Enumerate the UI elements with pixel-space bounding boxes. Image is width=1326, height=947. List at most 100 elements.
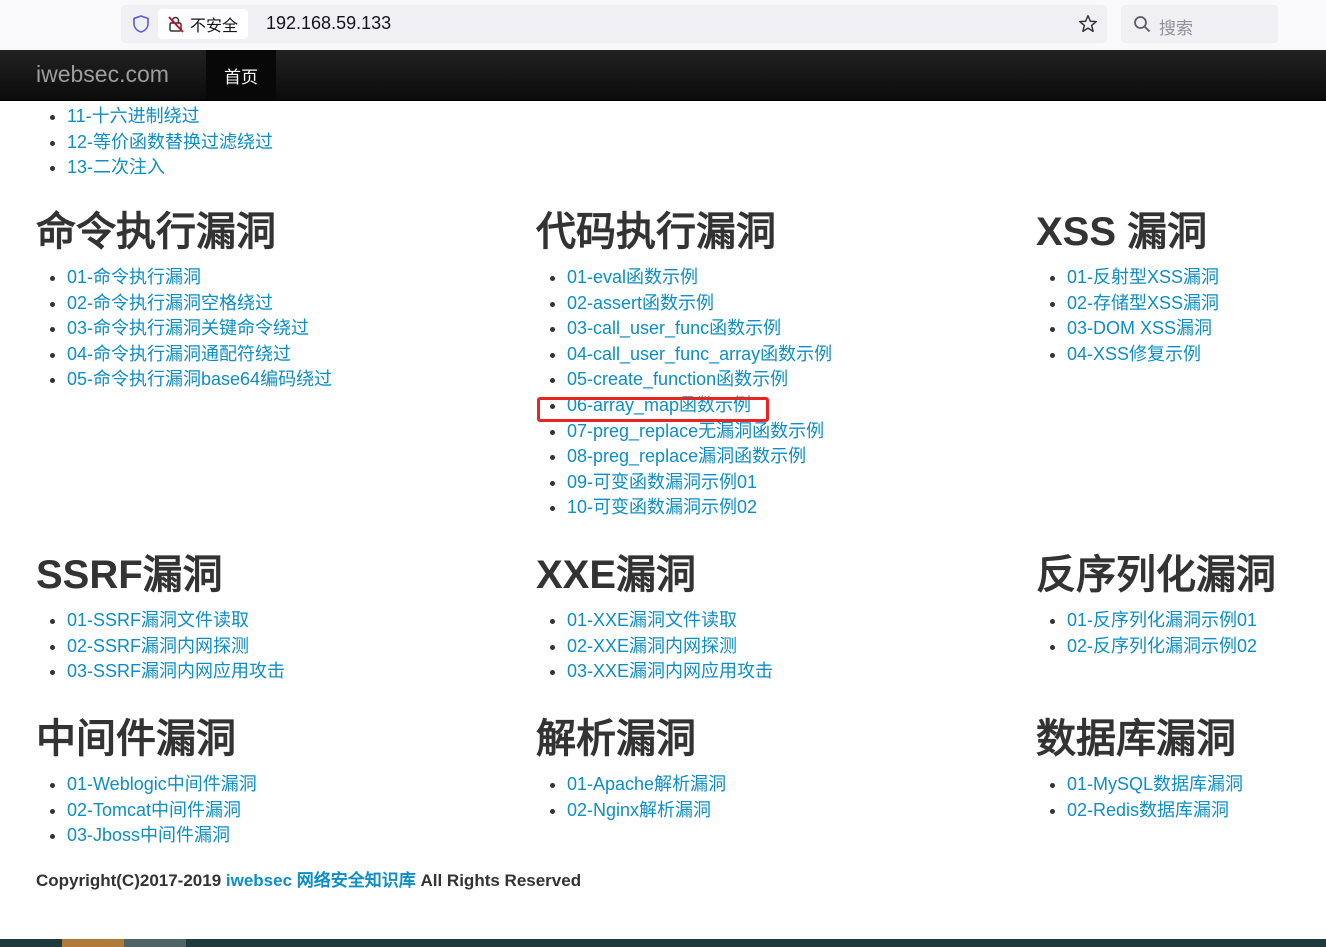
list-item: 01-命令执行漏洞 <box>67 265 332 291</box>
site-navbar: iwebsec.com 首页 <box>0 50 1326 101</box>
list-item: 04-XSS修复示例 <box>1067 342 1219 368</box>
vuln-link[interactable]: 04-命令执行漏洞通配符绕过 <box>67 344 291 364</box>
vuln-link[interactable]: 04-XSS修复示例 <box>1067 344 1201 364</box>
list-item: 09-可变函数漏洞示例01 <box>567 470 832 496</box>
section-links: 01-eval函数示例 02-assert函数示例 03-call_user_fun… <box>536 265 832 521</box>
vuln-link[interactable]: 01-反序列化漏洞示例01 <box>1067 610 1257 630</box>
section-title: 反序列化漏洞 <box>1036 553 1276 597</box>
list-item: 10-可变函数漏洞示例02 <box>567 495 832 521</box>
list-item: 01-反射型XSS漏洞 <box>1067 265 1219 291</box>
vuln-link[interactable]: 06-array_map函数示例 <box>567 395 751 415</box>
vuln-link[interactable]: 03-Jboss中间件漏洞 <box>67 825 230 845</box>
vuln-link[interactable]: 01-XXE漏洞文件读取 <box>567 610 737 630</box>
list-item: 01-Weblogic中间件漏洞 <box>67 772 257 798</box>
shield-icon[interactable] <box>131 14 151 34</box>
list-item: 04-call_user_func_array函数示例 <box>567 342 832 368</box>
list-item: 11-十六进制绕过 <box>67 104 273 130</box>
taskbar-strip <box>0 939 1326 947</box>
security-indicator[interactable]: 不安全 <box>158 9 249 39</box>
vuln-link[interactable]: 03-SSRF漏洞内网应用攻击 <box>67 661 285 681</box>
search-icon <box>1134 16 1151 33</box>
list-item: 01-eval函数示例 <box>567 265 832 291</box>
vuln-link[interactable]: 01-Weblogic中间件漏洞 <box>67 774 257 794</box>
bookmark-star-icon[interactable] <box>1077 13 1099 35</box>
section-links: 01-MySQL数据库漏洞 02-Redis数据库漏洞 <box>1036 772 1243 823</box>
list-item: 04-命令执行漏洞通配符绕过 <box>67 342 332 368</box>
list-item: 03-DOM XSS漏洞 <box>1067 316 1219 342</box>
sql-injection-list-tail: 11-十六进制绕过 12-等价函数替换过滤绕过 13-二次注入 <box>0 104 273 181</box>
list-item: 03-XXE漏洞内网应用攻击 <box>567 659 773 685</box>
vuln-link[interactable]: 09-可变函数漏洞示例01 <box>567 472 757 492</box>
vuln-link[interactable]: 01-命令执行漏洞 <box>67 267 201 287</box>
vuln-link[interactable]: 04-call_user_func_array函数示例 <box>567 344 832 364</box>
vuln-link[interactable]: 02-XXE漏洞内网探测 <box>567 636 737 656</box>
list-item: 01-反序列化漏洞示例01 <box>1067 608 1276 634</box>
section-links: 01-XXE漏洞文件读取 02-XXE漏洞内网探测 03-XXE漏洞内网应用攻击 <box>536 608 773 685</box>
section-links: 01-Apache解析漏洞 02-Nginx解析漏洞 <box>536 772 726 823</box>
vuln-link[interactable]: 03-XXE漏洞内网应用攻击 <box>567 661 773 681</box>
vuln-link[interactable]: 02-assert函数示例 <box>567 293 714 313</box>
vuln-link[interactable]: 02-命令执行漏洞空格绕过 <box>67 293 273 313</box>
section-links: 01-命令执行漏洞 02-命令执行漏洞空格绕过 03-命令执行漏洞关键命令绕过 04-… <box>36 265 332 393</box>
section-links: 01-SSRF漏洞文件读取 02-SSRF漏洞内网探测 03-SSRF漏洞内网应用攻… <box>36 608 285 685</box>
insecure-lock-icon <box>168 16 184 33</box>
list-item: 02-Nginx解析漏洞 <box>567 798 726 824</box>
list-item: 03-SSRF漏洞内网应用攻击 <box>67 659 285 685</box>
vuln-link[interactable]: 08-preg_replace漏洞函数示例 <box>567 446 806 466</box>
vuln-link[interactable]: 02-SSRF漏洞内网探测 <box>67 636 249 656</box>
vuln-link[interactable]: 03-DOM XSS漏洞 <box>1067 318 1212 338</box>
vuln-link[interactable]: 01-SSRF漏洞文件读取 <box>67 610 249 630</box>
vuln-link[interactable]: 01-Apache解析漏洞 <box>567 774 726 794</box>
vuln-link[interactable]: 05-create_function函数示例 <box>567 369 788 389</box>
vuln-link[interactable]: 11-十六进制绕过 <box>67 106 200 126</box>
section-code-execution: 代码执行漏洞 01-eval函数示例 02-assert函数示例 03-call_u… <box>536 207 832 521</box>
section-ssrf: SSRF漏洞 01-SSRF漏洞文件读取 02-SSRF漏洞内网探测 03-SSRF… <box>36 550 285 685</box>
vuln-link[interactable]: 03-call_user_func函数示例 <box>567 318 781 338</box>
section-deserialization: 反序列化漏洞 01-反序列化漏洞示例01 02-反序列化漏洞示例02 <box>1036 550 1276 659</box>
list-item: 08-preg_replace漏洞函数示例 <box>567 444 832 470</box>
section-title: 解析漏洞 <box>536 717 696 761</box>
section-title: 中间件漏洞 <box>36 717 236 761</box>
list-item: 01-XXE漏洞文件读取 <box>567 608 773 634</box>
nav-home-link[interactable]: 首页 <box>206 50 276 100</box>
url-text[interactable]: 192.168.59.133 <box>266 13 391 34</box>
browser-toolbar: 不安全 192.168.59.133 搜索 <box>0 0 1326 50</box>
vuln-link[interactable]: 03-命令执行漏洞关键命令绕过 <box>67 318 309 338</box>
section-links: 01-Weblogic中间件漏洞 02-Tomcat中间件漏洞 03-Jboss中间… <box>36 772 257 849</box>
site-brand[interactable]: iwebsec.com <box>36 61 169 88</box>
taskbar-item[interactable] <box>124 939 186 947</box>
list-item: 01-SSRF漏洞文件读取 <box>67 608 285 634</box>
list-item: 03-Jboss中间件漏洞 <box>67 823 257 849</box>
vuln-link[interactable]: 02-反序列化漏洞示例02 <box>1067 636 1257 656</box>
list-item: 12-等价函数替换过滤绕过 <box>67 130 273 156</box>
list-item: 02-Redis数据库漏洞 <box>1067 798 1243 824</box>
vuln-link[interactable]: 02-Tomcat中间件漏洞 <box>67 800 241 820</box>
address-bar[interactable]: 不安全 192.168.59.133 <box>121 5 1107 43</box>
vuln-link[interactable]: 01-MySQL数据库漏洞 <box>1067 774 1243 794</box>
vuln-link[interactable]: 05-命令执行漏洞base64编码绕过 <box>67 369 332 389</box>
section-xxe: XXE漏洞 01-XXE漏洞文件读取 02-XXE漏洞内网探测 03-XXE漏洞内网… <box>536 550 773 685</box>
vuln-link[interactable]: 01-反射型XSS漏洞 <box>1067 267 1219 287</box>
section-title: 命令执行漏洞 <box>36 210 276 254</box>
vuln-link[interactable]: 13-二次注入 <box>67 157 165 177</box>
section-links: 01-反序列化漏洞示例01 02-反序列化漏洞示例02 <box>1036 608 1276 659</box>
vuln-link[interactable]: 01-eval函数示例 <box>567 267 698 287</box>
search-placeholder: 搜索 <box>1159 19 1193 39</box>
vuln-link[interactable]: 02-Nginx解析漏洞 <box>567 800 711 820</box>
search-input[interactable]: 搜索 <box>1121 5 1278 43</box>
vuln-link[interactable]: 12-等价函数替换过滤绕过 <box>67 132 273 152</box>
list-item: 07-preg_replace无漏洞函数示例 <box>567 419 832 445</box>
vuln-link[interactable]: 10-可变函数漏洞示例02 <box>567 497 757 517</box>
section-title: SSRF漏洞 <box>36 553 223 597</box>
list-item: 02-存储型XSS漏洞 <box>1067 291 1219 317</box>
vuln-link[interactable]: 02-存储型XSS漏洞 <box>1067 293 1219 313</box>
taskbar-item[interactable] <box>62 939 124 947</box>
list-item: 01-MySQL数据库漏洞 <box>1067 772 1243 798</box>
footer-link[interactable]: iwebsec 网络安全知识库 <box>226 871 416 890</box>
footer-prefix: Copyright(C)2017-2019 <box>36 871 226 890</box>
vuln-link[interactable]: 02-Redis数据库漏洞 <box>1067 800 1229 820</box>
section-title: XXE漏洞 <box>536 553 697 597</box>
vuln-link[interactable]: 07-preg_replace无漏洞函数示例 <box>567 421 824 441</box>
section-xss: XSS 漏洞 01-反射型XSS漏洞 02-存储型XSS漏洞 03-DOM XSS漏… <box>1036 207 1219 367</box>
section-title: 数据库漏洞 <box>1036 717 1236 761</box>
